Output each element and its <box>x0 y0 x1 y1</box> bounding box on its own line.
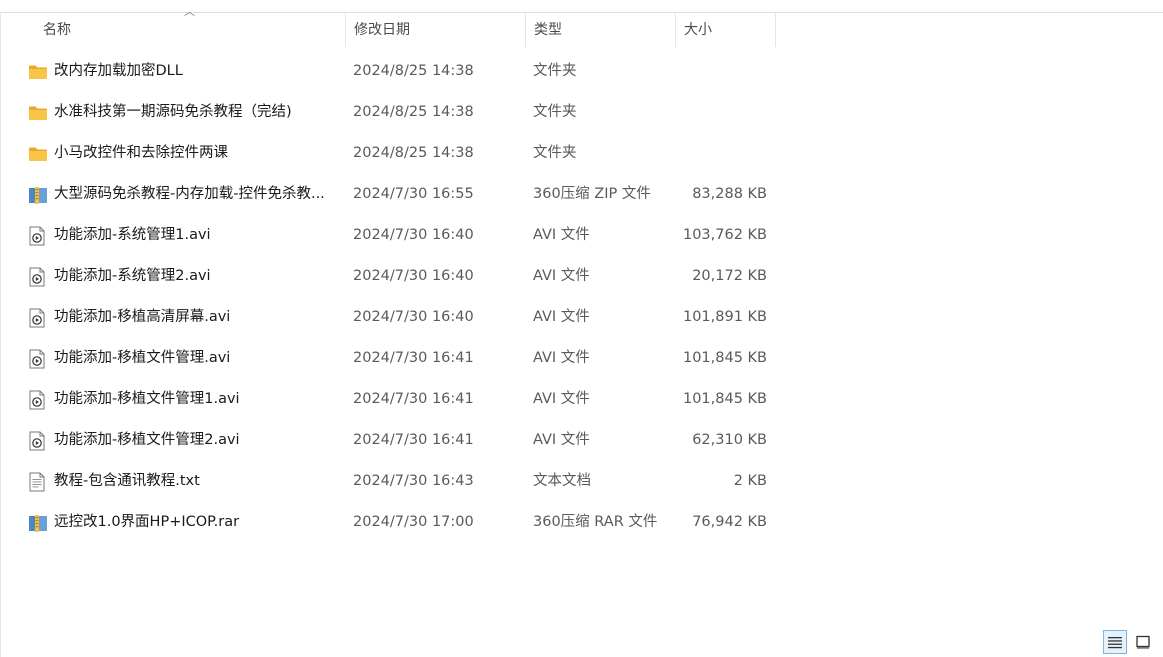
details-view-icon <box>1108 637 1122 649</box>
file-name: 功能添加-系统管理2.avi <box>54 268 211 284</box>
column-header-size[interactable]: 大小 <box>676 13 776 47</box>
file-row[interactable]: 功能添加-移植高清屏幕.avi 2024/7/30 16:40 AVI 文件 101,… <box>1 297 801 338</box>
file-size: 103,762 KB <box>682 227 767 243</box>
video-file-icon <box>28 297 50 338</box>
file-name: 功能添加-系统管理1.avi <box>54 227 211 243</box>
folder-icon <box>28 51 50 92</box>
column-header-name-label: 名称 <box>43 22 71 38</box>
folder-icon <box>28 92 50 133</box>
file-size: 76,942 KB <box>692 514 767 530</box>
file-row[interactable]: 改内存加载加密DLL 2024/8/25 14:38 文件夹 <box>1 51 801 92</box>
column-header-type[interactable]: 类型 <box>526 13 676 47</box>
file-type: 文件夹 <box>533 145 577 161</box>
file-modified-date: 2024/8/25 14:38 <box>353 145 474 161</box>
file-name: 远控改1.0界面HP+ICOP.rar <box>54 514 240 530</box>
file-size: 2 KB <box>733 473 767 489</box>
file-row[interactable]: 功能添加-移植文件管理1.avi 2024/7/30 16:41 AVI 文件 101… <box>1 379 801 420</box>
file-modified-date: 2024/7/30 16:55 <box>353 186 474 202</box>
file-type: 360压缩 RAR 文件 <box>533 514 658 530</box>
file-size: 101,845 KB <box>682 391 767 407</box>
file-size: 20,172 KB <box>692 268 767 284</box>
column-header-name[interactable]: 名称 <box>1 13 346 47</box>
file-row[interactable]: 水准科技第一期源码免杀教程（完结) 2024/8/25 14:38 文件夹 <box>1 92 801 133</box>
file-name: 改内存加载加密DLL <box>54 63 183 79</box>
file-modified-date: 2024/7/30 17:00 <box>353 514 474 530</box>
file-modified-date: 2024/7/30 16:43 <box>353 473 474 489</box>
file-type: AVI 文件 <box>533 309 590 325</box>
file-name: 功能添加-移植文件管理.avi <box>54 350 231 366</box>
file-name: 功能添加-移植高清屏幕.avi <box>54 309 231 325</box>
file-type: AVI 文件 <box>533 350 590 366</box>
file-size: 83,288 KB <box>692 186 767 202</box>
file-type: AVI 文件 <box>533 391 590 407</box>
file-row[interactable]: 远控改1.0界面HP+ICOP.rar 2024/7/30 17:00 360压缩 … <box>1 502 801 543</box>
video-file-icon <box>28 215 50 256</box>
file-row[interactable]: 大型源码免杀教程-内存加载-控件免杀教... 2024/7/30 16:55 360… <box>1 174 801 215</box>
video-file-icon <box>28 420 50 461</box>
file-type: 文件夹 <box>533 104 577 120</box>
folder-icon <box>28 133 50 174</box>
file-row[interactable]: 教程-包含通讯教程.txt 2024/7/30 16:43 文本文档 2 KB <box>1 461 801 502</box>
file-size: 62,310 KB <box>692 432 767 448</box>
file-type: 360压缩 ZIP 文件 <box>533 186 651 202</box>
column-header-date-label: 修改日期 <box>354 22 410 38</box>
video-file-icon <box>28 379 50 420</box>
file-type: 文本文档 <box>533 473 591 489</box>
file-name: 教程-包含通讯教程.txt <box>54 473 200 489</box>
large-icons-view-button[interactable] <box>1131 630 1155 654</box>
column-header-size-label: 大小 <box>684 22 712 38</box>
view-toggle-bar <box>1103 627 1155 657</box>
video-file-icon <box>28 256 50 297</box>
file-explorer-window: ︿ 名称 修改日期 类型 大小 改内存加载加密DLL 2024/8/25 14:3… <box>0 5 1163 657</box>
file-name: 水准科技第一期源码免杀教程（完结) <box>54 104 292 120</box>
file-modified-date: 2024/7/30 16:41 <box>353 391 474 407</box>
file-modified-date: 2024/7/30 16:40 <box>353 227 474 243</box>
file-modified-date: 2024/7/30 16:40 <box>353 268 474 284</box>
archive-icon <box>28 502 50 543</box>
large-icons-view-icon <box>1136 635 1150 649</box>
column-header-date[interactable]: 修改日期 <box>346 13 526 47</box>
file-type: AVI 文件 <box>533 432 590 448</box>
text-file-icon <box>28 461 50 502</box>
file-type: AVI 文件 <box>533 268 590 284</box>
file-row[interactable]: 功能添加-移植文件管理2.avi 2024/7/30 16:41 AVI 文件 62,… <box>1 420 801 461</box>
file-modified-date: 2024/8/25 14:38 <box>353 63 474 79</box>
file-modified-date: 2024/8/25 14:38 <box>353 104 474 120</box>
file-size: 101,845 KB <box>682 350 767 366</box>
file-row[interactable]: 功能添加-系统管理1.avi 2024/7/30 16:40 AVI 文件 103,7… <box>1 215 801 256</box>
file-type: AVI 文件 <box>533 227 590 243</box>
file-type: 文件夹 <box>533 63 577 79</box>
column-header-type-label: 类型 <box>534 22 562 38</box>
file-modified-date: 2024/7/30 16:41 <box>353 350 474 366</box>
file-row[interactable]: 功能添加-移植文件管理.avi 2024/7/30 16:41 AVI 文件 101,… <box>1 338 801 379</box>
file-name: 功能添加-移植文件管理2.avi <box>54 432 240 448</box>
file-name: 大型源码免杀教程-内存加载-控件免杀教... <box>54 186 325 202</box>
column-header-row: ︿ 名称 修改日期 类型 大小 <box>1 5 1163 47</box>
file-name: 小马改控件和去除控件两课 <box>54 145 228 161</box>
file-size: 101,891 KB <box>682 309 767 325</box>
file-row[interactable]: 功能添加-系统管理2.avi 2024/7/30 16:40 AVI 文件 20,17… <box>1 256 801 297</box>
file-name: 功能添加-移植文件管理1.avi <box>54 391 240 407</box>
video-file-icon <box>28 338 50 379</box>
file-list: 改内存加载加密DLL 2024/8/25 14:38 文件夹 水准科技第一期源码免杀教… <box>1 51 801 543</box>
file-row[interactable]: 小马改控件和去除控件两课 2024/8/25 14:38 文件夹 <box>1 133 801 174</box>
file-modified-date: 2024/7/30 16:40 <box>353 309 474 325</box>
file-modified-date: 2024/7/30 16:41 <box>353 432 474 448</box>
archive-icon <box>28 174 50 215</box>
details-view-button[interactable] <box>1103 630 1127 654</box>
